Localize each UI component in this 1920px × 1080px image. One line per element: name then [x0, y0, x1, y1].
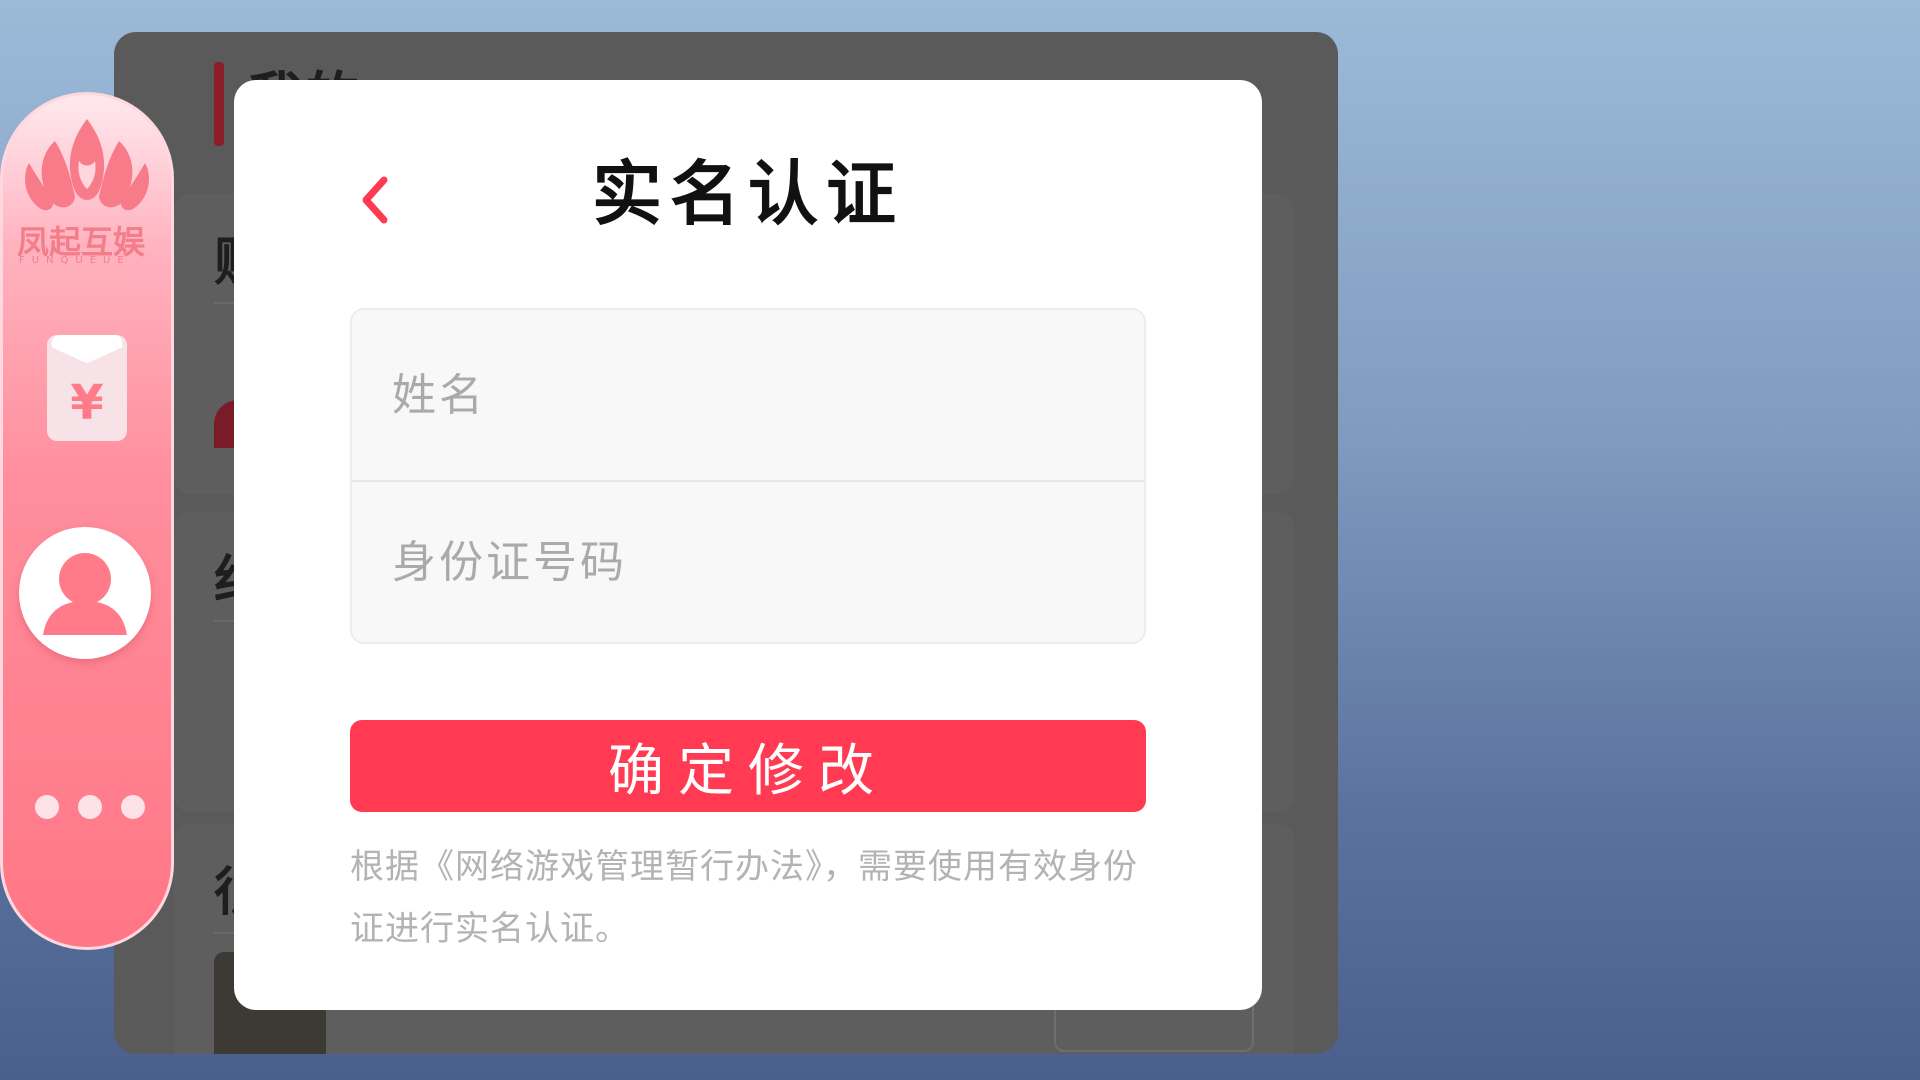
red-envelope-icon[interactable]: ¥: [47, 335, 127, 441]
envelope-flap: [51, 335, 123, 364]
floating-sidebar: 凤起互娱 FUNQUEUE ¥: [0, 92, 174, 950]
title-accent-bar: [214, 62, 224, 146]
verification-form: [350, 308, 1146, 644]
yen-symbol: ¥: [70, 375, 104, 431]
dialog-title: 实名认证: [592, 153, 904, 235]
phoenix-logo-icon: [25, 119, 149, 211]
id-number-input[interactable]: [352, 480, 1144, 642]
more-dots-icon[interactable]: [35, 795, 145, 819]
notice-text: 根据《网络游戏管理暂行办法》，需要使用有效身份证进行实名认证。: [350, 847, 1138, 949]
dot: [35, 795, 59, 819]
dot: [78, 795, 102, 819]
name-input[interactable]: [352, 310, 1144, 480]
real-name-dialog: 实名认证 确定修改 根据《网络游戏管理暂行办法》，需要使用有效身份证进行实名认证…: [234, 80, 1262, 1010]
user-avatar-icon[interactable]: [19, 527, 151, 659]
person-silhouette-icon: [43, 553, 127, 635]
brand-subtitle: FUNQUEUE: [19, 255, 131, 266]
confirm-button[interactable]: 确定修改: [350, 720, 1146, 812]
dot: [121, 795, 145, 819]
